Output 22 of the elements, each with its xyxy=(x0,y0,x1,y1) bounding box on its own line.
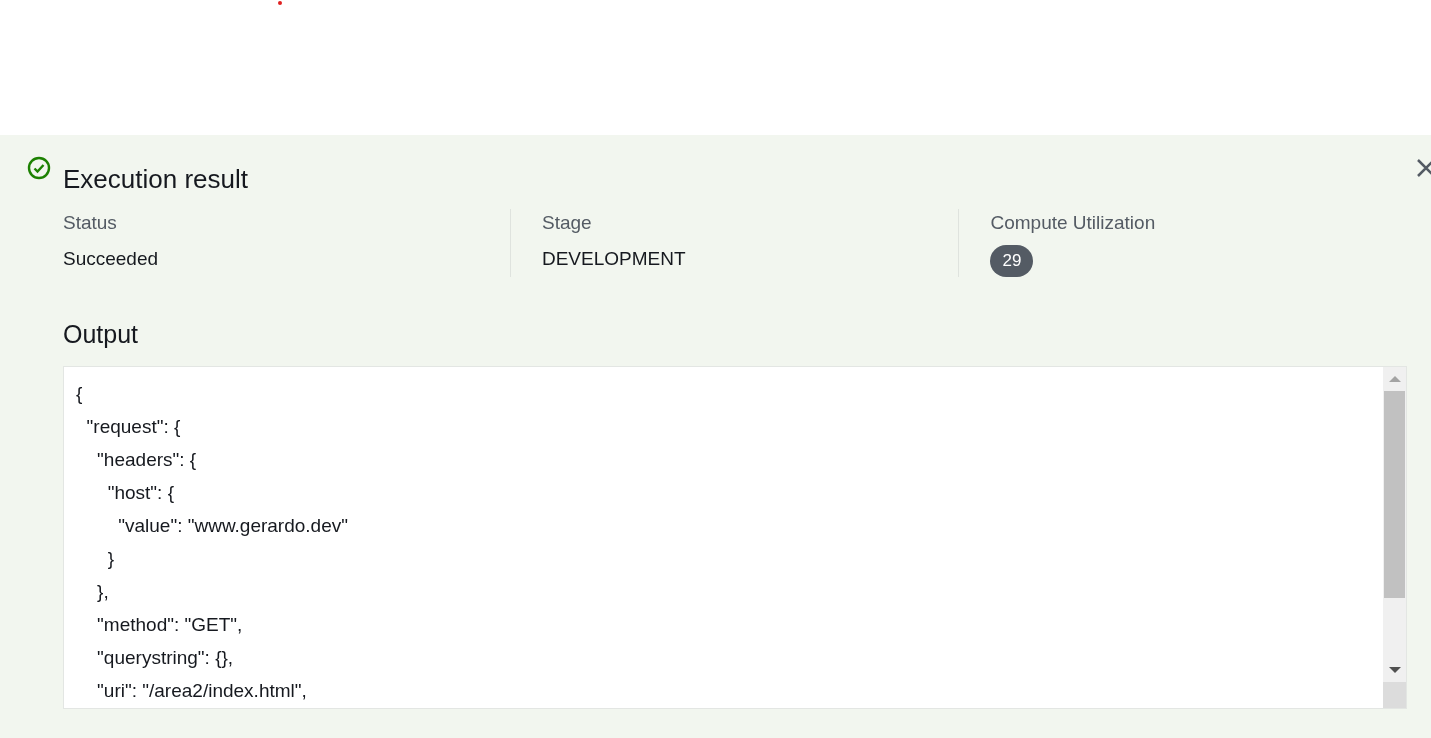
scrollbar-drawing[interactable] xyxy=(1383,367,1406,708)
output-field[interactable]: { "request": { "headers": { "host": { "value": "www.gerardo.dev" } }, "method": "GET", "querystring": {}, "uri": "/area2/index.html", xyxy=(63,366,1407,709)
field-value: Succeeded xyxy=(63,247,159,271)
code-line: "querystring": {}, xyxy=(96,646,234,670)
field-label: Stage xyxy=(541,211,592,235)
utilization-badge: 29 xyxy=(990,245,1034,277)
close-icon[interactable] xyxy=(1417,158,1431,178)
code-line: "headers": { xyxy=(96,448,197,472)
field-value: DEVELOPMENT xyxy=(541,247,686,271)
code-line: "request": { xyxy=(85,415,181,439)
dot-mark xyxy=(278,1,282,5)
code-line: "value": "www.gerardo.dev" xyxy=(117,514,348,538)
output-heading: Output xyxy=(63,319,139,350)
panel-title: Execution result xyxy=(63,163,248,196)
code-line: { xyxy=(76,382,83,406)
code-line: "method": "GET", xyxy=(96,613,243,637)
field-label: Compute Utilization xyxy=(990,211,1156,235)
code-line: "host": { xyxy=(106,481,174,505)
field-label: Status xyxy=(63,211,117,235)
code-line: } xyxy=(106,547,115,571)
code-line: "uri": "/area2/index.html", xyxy=(96,679,307,703)
code-line: }, xyxy=(96,580,109,604)
